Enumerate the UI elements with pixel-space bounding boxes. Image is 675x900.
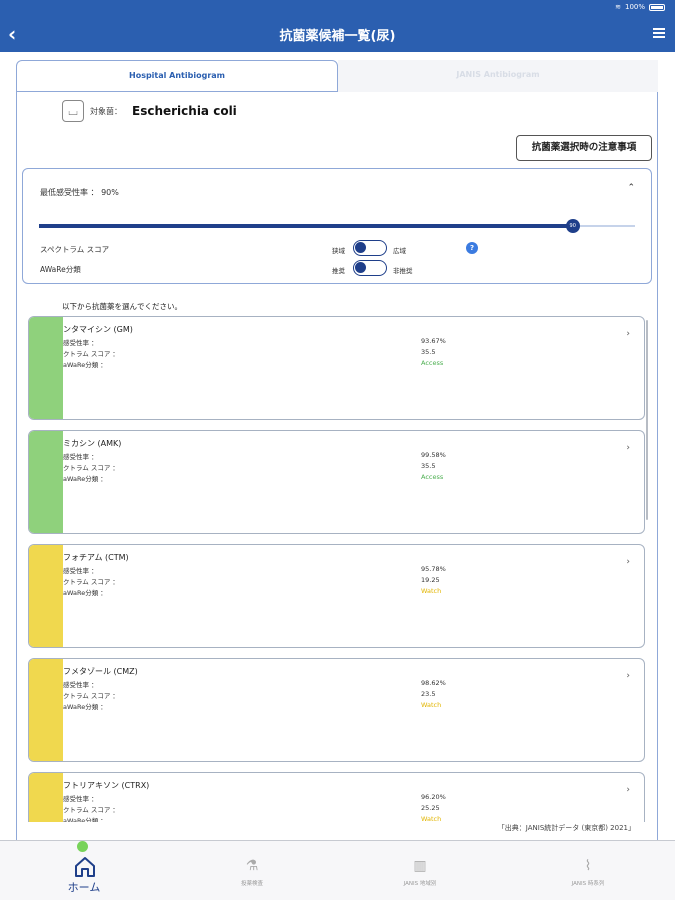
chevron-right-icon: ›: [626, 557, 630, 567]
aware-class-label: aWaRe分類 ：: [63, 361, 107, 369]
source-note: 「出典：JANIS統計データ (東京都) 2021」: [497, 824, 635, 832]
tab-janis-antibiogram[interactable]: JANIS Antibiogram: [338, 60, 658, 92]
bottom-tab-bar: ホーム ⚗ 投薬検査 ▥ JANIS 地域別 ⌇ JANIS 時系列: [0, 840, 675, 900]
tab-home[interactable]: ホーム: [0, 841, 168, 900]
list-scrollbar[interactable]: [646, 320, 648, 520]
antibiotic-name: ンタマイシン (GM): [63, 325, 133, 334]
aware-class-label: aWaRe分類 ：: [63, 703, 107, 711]
tab-tests-label: 投薬検査: [240, 881, 263, 887]
spectrum-score-value: 23.5: [421, 690, 436, 698]
susceptibility-label: 感受性率 ：: [63, 339, 98, 347]
tab-janis-region-label: JANIS 地域別: [403, 881, 437, 887]
tab-janis-timeseries-label: JANIS 時系列: [571, 881, 605, 887]
battery-icon: [649, 3, 665, 11]
antibiotic-name: フメタゾール (CMZ): [63, 667, 138, 676]
antibiotic-card[interactable]: ンタマイシン (GM) 感受性率 ： クトラム スコア ： aWaRe分類 ： 93.6…: [28, 316, 645, 420]
organism-name: Escherichia coli: [132, 104, 237, 118]
help-icon[interactable]: ?: [466, 242, 478, 254]
battery-percent: 100%: [624, 3, 645, 11]
susceptibility-slider[interactable]: 90: [39, 219, 635, 233]
caution-button[interactable]: 抗菌薬選択時の注意事項: [516, 135, 652, 161]
aware-not-recommended-label: 非推奨: [393, 267, 413, 275]
chevron-right-icon: ›: [626, 443, 630, 453]
aware-class-value: Watch: [421, 701, 442, 709]
antibiotic-card[interactable]: フメタゾール (CMZ) 感受性率 ： クトラム スコア ： aWaRe分類 ： 98.…: [28, 658, 645, 762]
hamburger-menu-icon[interactable]: [653, 28, 665, 38]
chevron-right-icon: ›: [626, 785, 630, 795]
spectrum-broad-label: 広域: [393, 247, 406, 255]
aware-class-label: aWaRe分類 ：: [63, 589, 107, 597]
aware-class-label: aWaRe分類 ：: [63, 475, 107, 483]
choose-instruction: 以下から抗菌薬を選んでください。: [62, 302, 182, 311]
tab-tests[interactable]: ⚗ 投薬検査: [168, 841, 336, 900]
organism-label: 対象菌：: [90, 106, 122, 116]
spectrum-score-label: クトラム スコア ：: [63, 464, 119, 472]
nav-bar: ‹ 抗菌薬候補一覧(尿): [0, 16, 675, 52]
susceptibility-value: 93.67%: [421, 337, 446, 345]
spectrum-score-label: クトラム スコア ：: [63, 806, 119, 814]
aware-recommended-label: 推奨: [332, 267, 345, 275]
aware-label: AWaRe分類: [40, 265, 81, 274]
spectrum-score-value: 25.25: [421, 804, 440, 812]
spectrum-score-label: クトラム スコア ：: [63, 350, 119, 358]
aware-class-value: Access: [421, 359, 444, 367]
antibiotic-card[interactable]: フトリアキソン (CTRX) 感受性率 ： クトラム スコア ： aWaRe分類 ： 9…: [28, 772, 645, 822]
spectrum-score-value: 35.5: [421, 348, 436, 356]
wifi-icon: ≋: [615, 3, 621, 11]
tab-janis-timeseries[interactable]: ⌇ JANIS 時系列: [504, 841, 672, 900]
susceptibility-value: 99.58%: [421, 451, 446, 459]
aware-color-bar: [29, 773, 63, 822]
home-icon: [73, 855, 95, 877]
organism-header: ⌴ 対象菌： Escherichia coli: [62, 100, 237, 122]
tab-home-label: ホーム: [67, 881, 101, 894]
susceptibility-label: 感受性率 ：: [63, 681, 98, 689]
aware-class-value: Watch: [421, 587, 442, 595]
chevron-right-icon: ›: [626, 671, 630, 681]
susceptibility-value: 98.62%: [421, 679, 446, 687]
toggle-knob: [355, 242, 366, 253]
aware-class-value: Access: [421, 473, 444, 481]
spectrum-score-label: クトラム スコア ：: [63, 578, 119, 586]
susceptibility-value: 95.78%: [421, 565, 446, 573]
status-bar: ≋ 100%: [0, 0, 675, 16]
trend-chart-icon: ⌇: [584, 858, 592, 874]
spectrum-label: スペクトラム スコア: [40, 245, 110, 254]
tab-janis-region[interactable]: ▥ JANIS 地域別: [336, 841, 504, 900]
aware-class-value: Watch: [421, 815, 442, 822]
spectrum-toggle[interactable]: [353, 240, 387, 256]
tab-hospital-antibiogram[interactable]: Hospital Antibiogram: [16, 60, 338, 92]
filter-panel: 最低感受性率 ： 90% ⌃ 90 スペクトラム スコア 狭域 広域 ? AWa…: [22, 168, 652, 284]
flask-icon: ⚗: [245, 858, 259, 874]
susceptibility-label: 感受性率 ：: [63, 453, 98, 461]
min-susceptibility-label: 最低感受性率 ： 90%: [40, 188, 119, 197]
antibiogram-tabs: Hospital Antibiogram JANIS Antibiogram: [16, 60, 658, 92]
toggle-knob: [355, 262, 366, 273]
antibiotic-list: ンタマイシン (GM) 感受性率 ： クトラム スコア ： aWaRe分類 ： 93.6…: [28, 316, 648, 822]
aware-color-bar: [29, 545, 63, 647]
spectrum-narrow-label: 狭域: [332, 247, 345, 255]
spectrum-score-value: 35.5: [421, 462, 436, 470]
aware-class-label: aWaRe分類 ：: [63, 817, 107, 822]
aware-toggle[interactable]: [353, 260, 387, 276]
aware-color-bar: [29, 431, 63, 533]
aware-color-bar: [29, 317, 63, 419]
antibiotic-name: フォチアム (CTM): [63, 553, 129, 562]
collapse-chevron-icon[interactable]: ⌃: [627, 183, 635, 193]
chevron-right-icon: ›: [626, 329, 630, 339]
antibiotic-card[interactable]: ミカシン (AMK) 感受性率 ： クトラム スコア ： aWaRe分類 ： 99.58…: [28, 430, 645, 534]
spectrum-score-label: クトラム スコア ：: [63, 692, 119, 700]
antibiotic-card[interactable]: フォチアム (CTM) 感受性率 ： クトラム スコア ： aWaRe分類 ： 95.7…: [28, 544, 645, 648]
susceptibility-label: 感受性率 ：: [63, 567, 98, 575]
antibiotic-name: ミカシン (AMK): [63, 439, 122, 448]
spectrum-score-value: 19.25: [421, 576, 440, 584]
map-icon: ▥: [413, 858, 427, 874]
susceptibility-label: 感受性率 ：: [63, 795, 98, 803]
antibiotic-name: フトリアキソン (CTRX): [63, 781, 150, 790]
aware-color-bar: [29, 659, 63, 761]
page-title: 抗菌薬候補一覧(尿): [279, 29, 396, 44]
slider-fill: [39, 224, 573, 228]
susceptibility-value: 96.20%: [421, 793, 446, 801]
specimen-cup-icon: ⌴: [62, 100, 84, 122]
slider-thumb[interactable]: 90: [565, 219, 580, 233]
